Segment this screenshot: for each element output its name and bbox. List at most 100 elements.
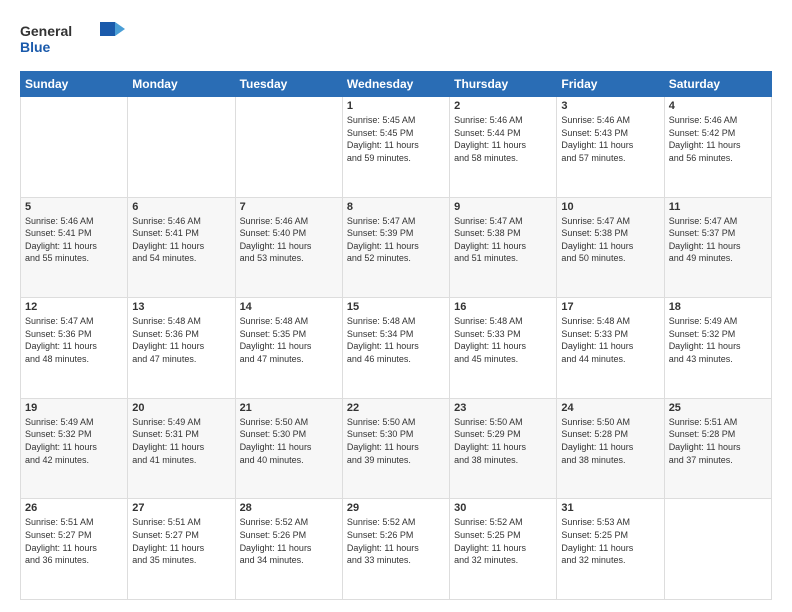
day-info: Sunrise: 5:48 AM Sunset: 5:33 PM Dayligh…	[561, 315, 659, 365]
calendar-cell: 4 Sunrise: 5:46 AM Sunset: 5:42 PM Daylig…	[664, 97, 771, 198]
day-number: 30	[454, 502, 552, 514]
day-info: Sunrise: 5:48 AM Sunset: 5:35 PM Dayligh…	[240, 315, 338, 365]
calendar-cell: 16 Sunrise: 5:48 AM Sunset: 5:33 PM Dayli…	[450, 298, 557, 399]
calendar-cell: 10 Sunrise: 5:47 AM Sunset: 5:38 PM Dayli…	[557, 197, 664, 298]
day-number: 5	[25, 201, 123, 213]
calendar-week-row: 19 Sunrise: 5:49 AM Sunset: 5:32 PM Dayli…	[21, 398, 772, 499]
day-info: Sunrise: 5:50 AM Sunset: 5:29 PM Dayligh…	[454, 416, 552, 466]
day-number: 12	[25, 301, 123, 313]
day-number: 28	[240, 502, 338, 514]
day-info: Sunrise: 5:53 AM Sunset: 5:25 PM Dayligh…	[561, 516, 659, 566]
day-number: 1	[347, 100, 445, 112]
day-info: Sunrise: 5:50 AM Sunset: 5:28 PM Dayligh…	[561, 416, 659, 466]
logo-text: General Blue	[20, 18, 130, 63]
day-number: 15	[347, 301, 445, 313]
day-number: 6	[132, 201, 230, 213]
day-number: 8	[347, 201, 445, 213]
day-info: Sunrise: 5:47 AM Sunset: 5:36 PM Dayligh…	[25, 315, 123, 365]
day-number: 24	[561, 402, 659, 414]
day-number: 3	[561, 100, 659, 112]
page: General Blue SundayMondayTuesdayWednesda…	[0, 0, 792, 612]
calendar-cell: 30 Sunrise: 5:52 AM Sunset: 5:25 PM Dayli…	[450, 499, 557, 600]
day-number: 19	[25, 402, 123, 414]
day-number: 20	[132, 402, 230, 414]
calendar-cell	[664, 499, 771, 600]
day-number: 29	[347, 502, 445, 514]
day-number: 13	[132, 301, 230, 313]
calendar-cell: 15Sunrise: 5:48 AM Sunset: 5:34 PM Dayli…	[342, 298, 449, 399]
calendar-cell: 20 Sunrise: 5:49 AM Sunset: 5:31 PM Dayli…	[128, 398, 235, 499]
day-info: Sunrise: 5:47 AM Sunset: 5:37 PM Dayligh…	[669, 215, 767, 265]
day-number: 9	[454, 201, 552, 213]
day-number: 31	[561, 502, 659, 514]
day-number: 10	[561, 201, 659, 213]
weekday-header: Saturday	[664, 72, 771, 97]
calendar-header-row: SundayMondayTuesdayWednesdayThursdayFrid…	[21, 72, 772, 97]
calendar-cell: 14Sunrise: 5:48 AM Sunset: 5:35 PM Dayli…	[235, 298, 342, 399]
day-number: 25	[669, 402, 767, 414]
calendar-cell: 18 Sunrise: 5:49 AM Sunset: 5:32 PM Dayli…	[664, 298, 771, 399]
calendar-cell: 26Sunrise: 5:51 AM Sunset: 5:27 PM Dayli…	[21, 499, 128, 600]
day-info: Sunrise: 5:46 AM Sunset: 5:43 PM Dayligh…	[561, 114, 659, 164]
calendar-cell: 23Sunrise: 5:50 AM Sunset: 5:29 PM Dayli…	[450, 398, 557, 499]
calendar-cell	[21, 97, 128, 198]
day-info: Sunrise: 5:49 AM Sunset: 5:31 PM Dayligh…	[132, 416, 230, 466]
day-info: Sunrise: 5:52 AM Sunset: 5:25 PM Dayligh…	[454, 516, 552, 566]
weekday-header: Friday	[557, 72, 664, 97]
day-info: Sunrise: 5:51 AM Sunset: 5:28 PM Dayligh…	[669, 416, 767, 466]
calendar-cell: 25 Sunrise: 5:51 AM Sunset: 5:28 PM Dayli…	[664, 398, 771, 499]
day-info: Sunrise: 5:45 AM Sunset: 5:45 PM Dayligh…	[347, 114, 445, 164]
calendar-cell: 11 Sunrise: 5:47 AM Sunset: 5:37 PM Dayli…	[664, 197, 771, 298]
logo-icon: General Blue	[20, 18, 130, 58]
day-info: Sunrise: 5:50 AM Sunset: 5:30 PM Dayligh…	[240, 416, 338, 466]
calendar-week-row: 1 Sunrise: 5:45 AM Sunset: 5:45 PM Daylig…	[21, 97, 772, 198]
calendar-cell: 28 Sunrise: 5:52 AM Sunset: 5:26 PM Dayli…	[235, 499, 342, 600]
day-info: Sunrise: 5:47 AM Sunset: 5:39 PM Dayligh…	[347, 215, 445, 265]
calendar-cell: 13 Sunrise: 5:48 AM Sunset: 5:36 PM Dayli…	[128, 298, 235, 399]
calendar-cell: 21 Sunrise: 5:50 AM Sunset: 5:30 PM Dayli…	[235, 398, 342, 499]
day-info: Sunrise: 5:51 AM Sunset: 5:27 PM Dayligh…	[132, 516, 230, 566]
day-number: 21	[240, 402, 338, 414]
calendar-cell	[235, 97, 342, 198]
day-info: Sunrise: 5:46 AM Sunset: 5:42 PM Dayligh…	[669, 114, 767, 164]
calendar-cell: 24 Sunrise: 5:50 AM Sunset: 5:28 PM Dayli…	[557, 398, 664, 499]
calendar-cell: 7Sunrise: 5:46 AM Sunset: 5:40 PM Daylig…	[235, 197, 342, 298]
day-number: 16	[454, 301, 552, 313]
day-number: 17	[561, 301, 659, 313]
calendar-cell: 6Sunrise: 5:46 AM Sunset: 5:41 PM Daylig…	[128, 197, 235, 298]
day-number: 4	[669, 100, 767, 112]
calendar-table: SundayMondayTuesdayWednesdayThursdayFrid…	[20, 71, 772, 600]
calendar-cell: 5Sunrise: 5:46 AM Sunset: 5:41 PM Daylig…	[21, 197, 128, 298]
logo: General Blue	[20, 18, 130, 63]
calendar-cell: 22 Sunrise: 5:50 AM Sunset: 5:30 PM Dayli…	[342, 398, 449, 499]
svg-text:General: General	[20, 23, 72, 39]
day-info: Sunrise: 5:49 AM Sunset: 5:32 PM Dayligh…	[25, 416, 123, 466]
day-info: Sunrise: 5:47 AM Sunset: 5:38 PM Dayligh…	[454, 215, 552, 265]
calendar-cell: 9 Sunrise: 5:47 AM Sunset: 5:38 PM Daylig…	[450, 197, 557, 298]
calendar-cell: 8 Sunrise: 5:47 AM Sunset: 5:39 PM Daylig…	[342, 197, 449, 298]
calendar-cell: 2Sunrise: 5:46 AM Sunset: 5:44 PM Daylig…	[450, 97, 557, 198]
calendar-cell: 1 Sunrise: 5:45 AM Sunset: 5:45 PM Daylig…	[342, 97, 449, 198]
calendar-cell: 29Sunrise: 5:52 AM Sunset: 5:26 PM Dayli…	[342, 499, 449, 600]
day-info: Sunrise: 5:50 AM Sunset: 5:30 PM Dayligh…	[347, 416, 445, 466]
day-info: Sunrise: 5:47 AM Sunset: 5:38 PM Dayligh…	[561, 215, 659, 265]
svg-text:Blue: Blue	[20, 39, 51, 55]
day-info: Sunrise: 5:48 AM Sunset: 5:33 PM Dayligh…	[454, 315, 552, 365]
calendar-cell: 3 Sunrise: 5:46 AM Sunset: 5:43 PM Daylig…	[557, 97, 664, 198]
weekday-header: Sunday	[21, 72, 128, 97]
calendar-cell: 19 Sunrise: 5:49 AM Sunset: 5:32 PM Dayli…	[21, 398, 128, 499]
day-number: 2	[454, 100, 552, 112]
day-info: Sunrise: 5:48 AM Sunset: 5:36 PM Dayligh…	[132, 315, 230, 365]
day-info: Sunrise: 5:52 AM Sunset: 5:26 PM Dayligh…	[240, 516, 338, 566]
calendar-cell: 12 Sunrise: 5:47 AM Sunset: 5:36 PM Dayli…	[21, 298, 128, 399]
day-number: 18	[669, 301, 767, 313]
day-number: 11	[669, 201, 767, 213]
day-number: 7	[240, 201, 338, 213]
day-info: Sunrise: 5:49 AM Sunset: 5:32 PM Dayligh…	[669, 315, 767, 365]
day-number: 22	[347, 402, 445, 414]
calendar-cell: 27Sunrise: 5:51 AM Sunset: 5:27 PM Dayli…	[128, 499, 235, 600]
calendar-week-row: 5Sunrise: 5:46 AM Sunset: 5:41 PM Daylig…	[21, 197, 772, 298]
calendar-cell	[128, 97, 235, 198]
calendar-week-row: 12 Sunrise: 5:47 AM Sunset: 5:36 PM Dayli…	[21, 298, 772, 399]
calendar-cell: 17 Sunrise: 5:48 AM Sunset: 5:33 PM Dayli…	[557, 298, 664, 399]
